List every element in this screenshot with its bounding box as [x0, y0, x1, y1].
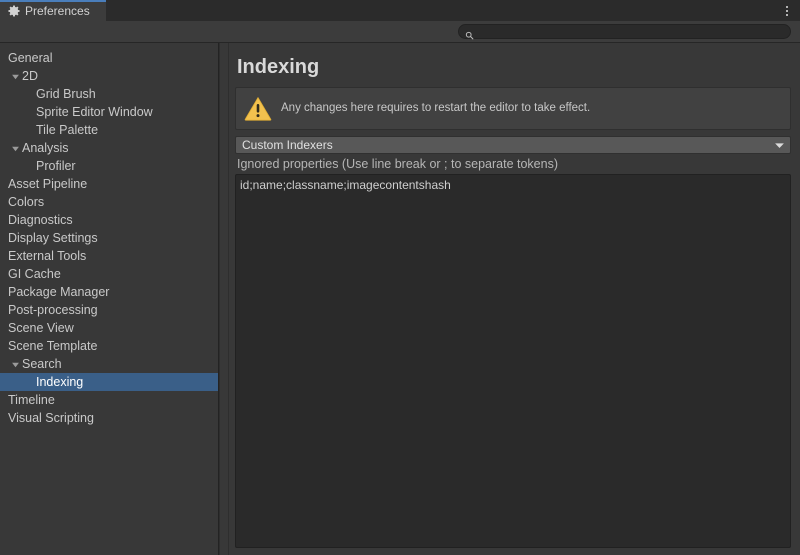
search-input[interactable] [474, 25, 784, 38]
content-split: General 2D Grid Brush Sprite Editor Window T… [0, 43, 800, 555]
sidebar-item-asset-pipeline[interactable]: Asset Pipeline [0, 175, 218, 193]
sidebar-item-timeline[interactable]: Timeline [0, 391, 218, 409]
chevron-down-icon [774, 138, 785, 152]
split-resize-handle[interactable] [219, 43, 229, 555]
settings-panel: Indexing Any changes here requires to re… [229, 43, 800, 555]
sidebar-item-colors[interactable]: Colors [0, 193, 218, 211]
sidebar-item-external-tools[interactable]: External Tools [0, 247, 218, 265]
sidebar-item-label: Visual Scripting [8, 412, 94, 425]
ignored-properties-label: Ignored properties (Use line break or ; … [237, 158, 791, 171]
search-icon [465, 27, 474, 36]
dropdown-label: Custom Indexers [242, 139, 333, 151]
sidebar-item-display-settings[interactable]: Display Settings [0, 229, 218, 247]
sidebar-item-indexing[interactable]: Indexing [0, 373, 218, 391]
sidebar-item-sprite-editor-window[interactable]: Sprite Editor Window [0, 103, 218, 121]
sidebar-item-label: General [8, 52, 52, 65]
sidebar-item-diagnostics[interactable]: Diagnostics [0, 211, 218, 229]
sidebar-item-label: Asset Pipeline [8, 178, 87, 191]
sidebar-item-scene-view[interactable]: Scene View [0, 319, 218, 337]
window-toolbar [0, 21, 800, 43]
sidebar-item-label: Tile Palette [36, 124, 98, 137]
sidebar-item-label: Package Manager [8, 286, 109, 299]
search-field[interactable] [458, 24, 791, 39]
sidebar-item-label: Diagnostics [8, 214, 73, 227]
sidebar-item-label: GI Cache [8, 268, 61, 281]
sidebar-item-gi-cache[interactable]: GI Cache [0, 265, 218, 283]
chevron-down-icon[interactable] [8, 72, 22, 81]
sidebar-item-label: 2D [22, 70, 38, 83]
chevron-down-icon[interactable] [8, 360, 22, 369]
preferences-window: Preferences General 2D Grid Brush Sprite Ed… [0, 0, 800, 555]
preferences-sidebar[interactable]: General 2D Grid Brush Sprite Editor Window T… [0, 43, 218, 555]
window-tabbar: Preferences [0, 0, 800, 21]
sidebar-item-label: Grid Brush [36, 88, 96, 101]
chevron-down-icon[interactable] [8, 144, 22, 153]
tabbar-empty-area [106, 0, 774, 21]
sidebar-item-visual-scripting[interactable]: Visual Scripting [0, 409, 218, 427]
sidebar-item-label: Sprite Editor Window [36, 106, 153, 119]
tab-label: Preferences [25, 5, 90, 17]
tab-preferences[interactable]: Preferences [0, 0, 106, 21]
sidebar-item-analysis[interactable]: Analysis [0, 139, 218, 157]
sidebar-item-label: External Tools [8, 250, 86, 263]
sidebar-item-general[interactable]: General [0, 49, 218, 67]
sidebar-item-profiler[interactable]: Profiler [0, 157, 218, 175]
sidebar-item-search[interactable]: Search [0, 355, 218, 373]
kebab-menu-icon[interactable] [774, 0, 800, 21]
ignored-properties-textarea[interactable]: id;name;classname;imagecontentshash [235, 174, 791, 549]
page-title: Indexing [237, 57, 791, 77]
sidebar-item-label: Timeline [8, 394, 55, 407]
sidebar-item-scene-template[interactable]: Scene Template [0, 337, 218, 355]
sidebar-item-package-manager[interactable]: Package Manager [0, 283, 218, 301]
sidebar-item-label: Search [22, 358, 62, 371]
sidebar-item-label: Indexing [36, 376, 83, 389]
sidebar-item-label: Display Settings [8, 232, 98, 245]
warning-helpbox: Any changes here requires to restart the… [235, 87, 791, 130]
sidebar-item-tile-palette[interactable]: Tile Palette [0, 121, 218, 139]
sidebar-item-label: Scene Template [8, 340, 97, 353]
custom-indexers-dropdown[interactable]: Custom Indexers [235, 136, 791, 154]
sidebar-item-post-processing[interactable]: Post-processing [0, 301, 218, 319]
warning-icon [244, 96, 272, 121]
sidebar-item-label: Post-processing [8, 304, 98, 317]
warning-text: Any changes here requires to restart the… [281, 102, 590, 116]
sidebar-item-label: Colors [8, 196, 44, 209]
sidebar-item-label: Scene View [8, 322, 74, 335]
gear-icon [8, 5, 20, 17]
sidebar-item-2d[interactable]: 2D [0, 67, 218, 85]
sidebar-item-label: Analysis [22, 142, 69, 155]
sidebar-item-label: Profiler [36, 160, 76, 173]
sidebar-item-grid-brush[interactable]: Grid Brush [0, 85, 218, 103]
sidebar-tree: General 2D Grid Brush Sprite Editor Window T… [0, 49, 218, 427]
